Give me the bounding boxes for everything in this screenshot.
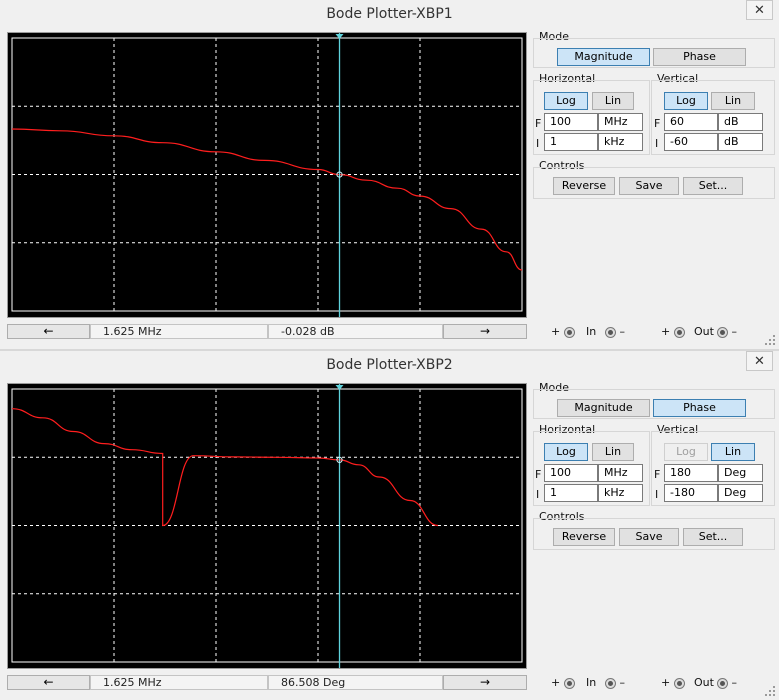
control-panel: Mode Magnitude Phase Horizontal Log Lin … [531,30,775,199]
horizontal-initial-value-input[interactable]: 1 [544,133,598,151]
out-terminal-label: Out [694,676,714,689]
in-plus-jack-icon[interactable] [563,326,575,338]
in-terminal-minus[interactable]: – [605,676,625,690]
out-terminal-minus[interactable]: – [717,676,737,690]
vertical-final-label: F [654,117,661,130]
vertical-final-unit-input[interactable]: dB [718,113,763,131]
horizontal-final-label: F [535,117,542,130]
horizontal-initial-unit-input[interactable]: kHz [598,133,643,151]
in-terminal-label: In [586,325,597,338]
close-button[interactable]: ✕ [746,0,773,20]
horizontal-final-value-input[interactable]: 100 [544,464,598,482]
horizontal-lin-button[interactable]: Lin [592,92,634,110]
set-button[interactable]: Set... [683,528,743,546]
cursor-frequency-readout: 1.625 MHz [90,675,268,690]
bode-plot-svg[interactable] [8,33,526,317]
out-plus-sign: + [661,325,671,338]
out-terminal-label: Out [694,325,714,338]
bode-plot-area[interactable] [7,383,527,669]
in-plus-jack-icon[interactable] [563,677,575,689]
out-minus-jack-icon[interactable] [717,326,728,338]
out-terminal-plus[interactable]: + [661,676,685,690]
vertical-initial-label: I [655,488,659,501]
vertical-final-value-input[interactable]: 180 [664,464,718,482]
resize-grip-icon[interactable] [765,686,775,696]
vertical-log-button[interactable]: Log [664,443,708,461]
out-plus-sign: + [661,676,671,689]
cursor-readout-bar: ← 1.625 MHz -0.028 dB → [7,324,527,340]
reverse-button[interactable]: Reverse [553,528,615,546]
horizontal-final-value-input[interactable]: 100 [544,113,598,131]
bode-plot-svg[interactable] [8,384,526,668]
out-terminal-minus[interactable]: – [717,325,737,339]
resize-grip-icon[interactable] [765,335,775,345]
vertical-initial-unit-input[interactable]: dB [718,133,763,151]
in-plus-sign: + [551,325,561,338]
response-curve [11,408,439,527]
cursor-left-button[interactable]: ← [7,675,90,690]
out-minus-sign: – [731,676,738,689]
save-button[interactable]: Save [619,177,679,195]
out-minus-sign: – [731,325,738,338]
title-bar[interactable]: Bode Plotter-XBP1 ✕ [0,0,779,30]
vertical-initial-unit-input[interactable]: Deg [718,484,763,502]
out-minus-jack-icon[interactable] [717,677,728,689]
in-plus-sign: + [551,676,561,689]
in-minus-sign: – [619,676,626,689]
close-button[interactable]: ✕ [746,351,773,371]
in-terminal-plus[interactable]: + [551,676,575,690]
vertical-initial-value-input[interactable]: -180 [664,484,718,502]
bode-plotter-xbp2-window: Bode Plotter-XBP2 ✕ ← 1.625 MHz 86.508 D… [0,351,779,700]
control-panel: Mode Magnitude Phase Horizontal Log Lin … [531,381,775,550]
vertical-initial-value-input[interactable]: -60 [664,133,718,151]
bode-plotter-xbp1-window: Bode Plotter-XBP1 ✕ ← 1.625 MHz -0.028 d… [0,0,779,349]
in-terminal-label: In [586,676,597,689]
horizontal-final-label: F [535,468,542,481]
save-button[interactable]: Save [619,528,679,546]
title-bar[interactable]: Bode Plotter-XBP2 ✕ [0,351,779,381]
vertical-final-unit-input[interactable]: Deg [718,464,763,482]
in-terminal-plus[interactable]: + [551,325,575,339]
in-minus-jack-icon[interactable] [605,326,616,338]
window-title: Bode Plotter-XBP1 [326,6,453,22]
cursor-readout-bar: ← 1.625 MHz 86.508 Deg → [7,675,527,691]
horizontal-initial-label: I [536,488,540,501]
horizontal-log-button[interactable]: Log [544,92,588,110]
horizontal-final-unit-input[interactable]: MHz [598,113,643,131]
window-title: Bode Plotter-XBP2 [326,357,453,373]
out-plus-jack-icon[interactable] [673,326,685,338]
out-plus-jack-icon[interactable] [673,677,685,689]
bode-plot-area[interactable] [7,32,527,318]
magnitude-button[interactable]: Magnitude [557,399,650,417]
cursor-value-readout: -0.028 dB [268,324,443,339]
horizontal-initial-unit-input[interactable]: kHz [598,484,643,502]
cursor-frequency-readout: 1.625 MHz [90,324,268,339]
horizontal-lin-button[interactable]: Lin [592,443,634,461]
phase-button[interactable]: Phase [653,399,746,417]
horizontal-initial-label: I [536,137,540,150]
phase-button[interactable]: Phase [653,48,746,66]
cursor-right-button[interactable]: → [443,675,527,690]
vertical-final-label: F [654,468,661,481]
vertical-log-button[interactable]: Log [664,92,708,110]
horizontal-log-button[interactable]: Log [544,443,588,461]
cursor-left-button[interactable]: ← [7,324,90,339]
horizontal-initial-value-input[interactable]: 1 [544,484,598,502]
response-curve [11,128,523,271]
in-minus-jack-icon[interactable] [605,677,616,689]
set-button[interactable]: Set... [683,177,743,195]
out-terminal-plus[interactable]: + [661,325,685,339]
in-terminal-minus[interactable]: – [605,325,625,339]
reverse-button[interactable]: Reverse [553,177,615,195]
horizontal-final-unit-input[interactable]: MHz [598,464,643,482]
cursor-right-button[interactable]: → [443,324,527,339]
vertical-initial-label: I [655,137,659,150]
cursor-value-readout: 86.508 Deg [268,675,443,690]
in-minus-sign: – [619,325,626,338]
magnitude-button[interactable]: Magnitude [557,48,650,66]
vertical-final-value-input[interactable]: 60 [664,113,718,131]
vertical-lin-button[interactable]: Lin [711,443,755,461]
vertical-lin-button[interactable]: Lin [711,92,755,110]
